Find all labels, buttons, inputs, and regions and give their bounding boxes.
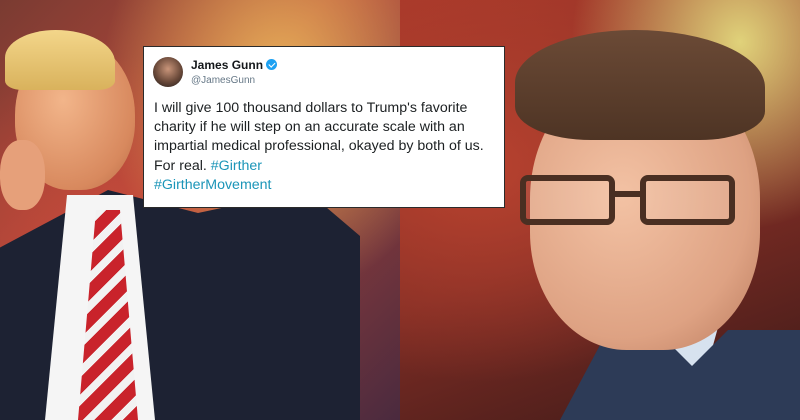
hashtag-link[interactable]: #GirtherMovement — [154, 177, 271, 193]
hashtag-link[interactable]: #Girther — [211, 158, 262, 174]
author-handle[interactable]: @JamesGunn — [191, 75, 255, 86]
author-name[interactable]: James Gunn — [191, 58, 278, 72]
left-person-hand — [0, 140, 45, 210]
glasses-lens-left — [520, 175, 615, 225]
tweet-card: James Gunn @JamesGunn I will give 100 th… — [143, 46, 505, 208]
left-person-hair — [5, 30, 115, 90]
verified-badge-icon — [266, 59, 278, 70]
glasses — [520, 175, 750, 230]
profile-avatar[interactable] — [153, 57, 183, 87]
composite-image: James Gunn @JamesGunn I will give 100 th… — [0, 0, 800, 420]
glasses-bridge — [612, 191, 642, 197]
tweet-text: I will give 100 thousand dollars to Trum… — [154, 99, 499, 195]
author-name-text[interactable]: James Gunn — [191, 58, 263, 72]
tweet-body-text: I will give 100 thousand dollars to Trum… — [154, 100, 484, 174]
right-person-hair — [515, 30, 765, 140]
glasses-lens-right — [640, 175, 735, 225]
